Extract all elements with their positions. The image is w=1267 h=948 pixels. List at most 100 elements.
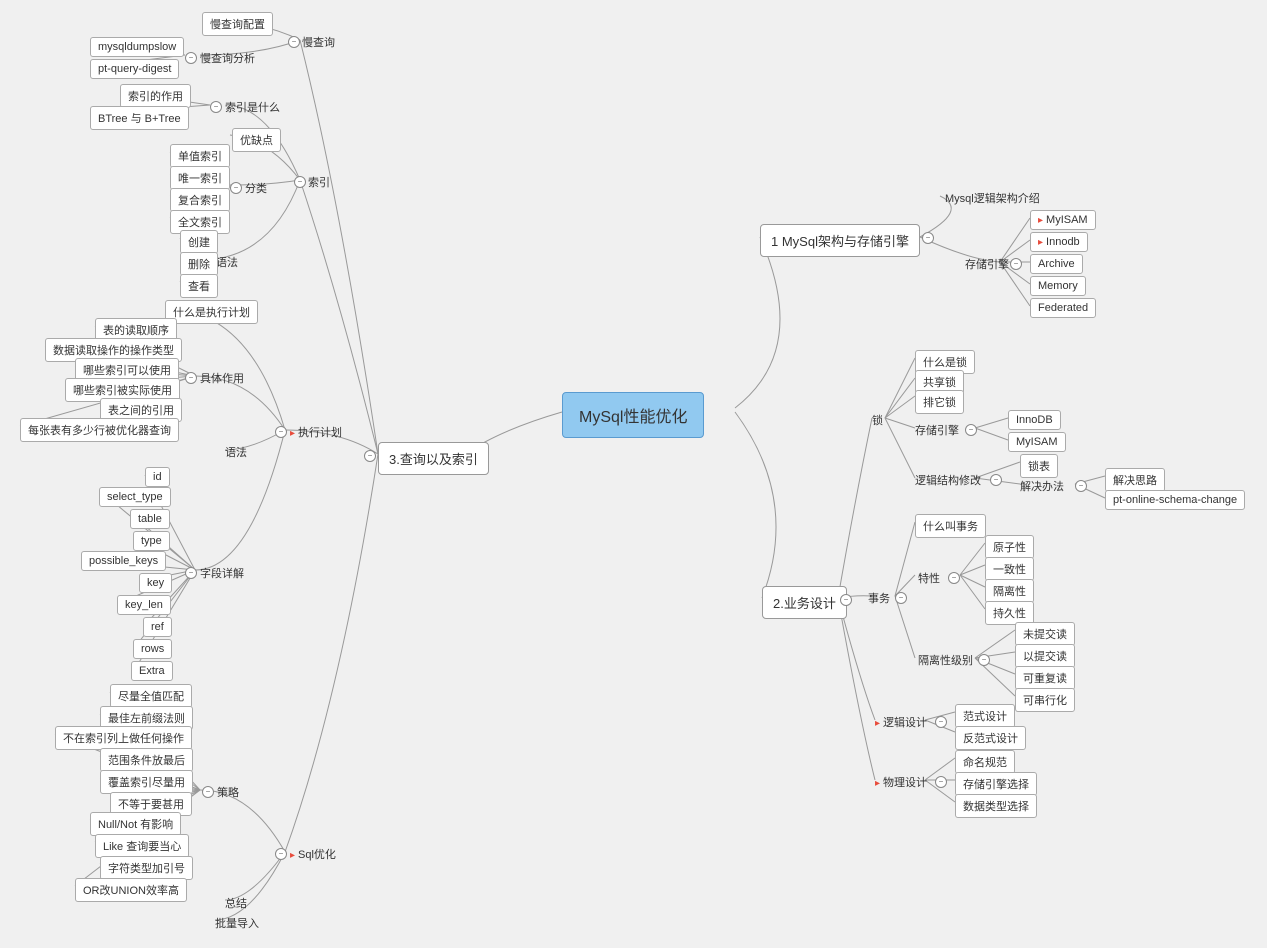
leaf[interactable]: 命名规范 [955, 750, 1015, 774]
toggle-icon[interactable]: − [1075, 480, 1087, 492]
toggle-icon[interactable]: − [185, 52, 197, 64]
leaf[interactable]: 每张表有多少行被优化器查询 [20, 418, 179, 442]
leaf[interactable]: Memory [1030, 276, 1086, 296]
leaf[interactable]: mysqldumpslow [90, 37, 184, 57]
toggle-icon[interactable]: − [840, 594, 852, 606]
node[interactable]: 慢查询 [302, 34, 335, 50]
node[interactable]: 索引 [308, 174, 330, 190]
leaf[interactable]: 未提交读 [1015, 622, 1075, 646]
leaf[interactable]: Extra [131, 661, 173, 681]
leaf[interactable]: pt-online-schema-change [1105, 490, 1245, 510]
toggle-icon[interactable]: − [210, 101, 222, 113]
node[interactable]: 批量导入 [215, 915, 259, 931]
leaf[interactable]: 慢查询配置 [202, 12, 273, 36]
leaf[interactable]: 以提交读 [1015, 644, 1075, 668]
node[interactable]: 具体作用 [200, 370, 244, 386]
toggle-icon[interactable]: − [948, 572, 960, 584]
leaf[interactable]: 复合索引 [170, 188, 230, 212]
leaf[interactable]: 尽量全值匹配 [110, 684, 192, 708]
node[interactable]: 语法 [216, 254, 238, 270]
node[interactable]: 分类 [245, 180, 267, 196]
toggle-icon[interactable]: − [922, 232, 934, 244]
node[interactable]: ▸Sql优化 [290, 846, 336, 862]
leaf[interactable]: type [133, 531, 170, 551]
leaf[interactable]: 优缺点 [232, 128, 281, 152]
node[interactable]: ▸物理设计 [875, 774, 927, 790]
leaf[interactable]: BTree 与 B+Tree [90, 106, 189, 130]
leaf[interactable]: 一致性 [985, 557, 1034, 581]
node[interactable]: 存储引擎 [915, 422, 959, 438]
node[interactable]: 事务 [868, 590, 890, 606]
toggle-icon[interactable]: − [935, 776, 947, 788]
toggle-icon[interactable]: − [364, 450, 376, 462]
leaf[interactable]: 什么叫事务 [915, 514, 986, 538]
leaf[interactable]: 什么是执行计划 [165, 300, 258, 324]
toggle-icon[interactable]: − [978, 654, 990, 666]
toggle-icon[interactable]: − [185, 372, 197, 384]
leaf[interactable]: 不在索引列上做任何操作 [55, 726, 192, 750]
leaf[interactable]: ▸Innodb [1030, 232, 1088, 252]
leaf[interactable]: 覆盖索引尽量用 [100, 770, 193, 794]
toggle-icon[interactable]: − [275, 848, 287, 860]
node[interactable]: ▸逻辑设计 [875, 714, 927, 730]
leaf[interactable]: InnoDB [1008, 410, 1061, 430]
leaf[interactable]: Like 查询要当心 [95, 834, 189, 858]
node[interactable]: 语法 [225, 444, 247, 460]
leaf[interactable]: 反范式设计 [955, 726, 1026, 750]
leaf[interactable]: 锁表 [1020, 454, 1058, 478]
toggle-icon[interactable]: − [895, 592, 907, 604]
leaf[interactable]: Federated [1030, 298, 1096, 318]
toggle-icon[interactable]: − [230, 182, 242, 194]
branch-arch[interactable]: 1 MySql架构与存储引擎 [760, 224, 920, 257]
leaf[interactable]: 查看 [180, 274, 218, 298]
node[interactable]: 存储引擎 [965, 256, 1009, 272]
leaf[interactable]: ▸MyISAM [1030, 210, 1096, 230]
leaf[interactable]: id [145, 467, 170, 487]
leaf[interactable]: 解决思路 [1105, 468, 1165, 492]
leaf[interactable]: 可串行化 [1015, 688, 1075, 712]
toggle-icon[interactable]: − [990, 474, 1002, 486]
node[interactable]: 字段详解 [200, 565, 244, 581]
leaf[interactable]: table [130, 509, 170, 529]
leaf[interactable]: ref [143, 617, 172, 637]
leaf[interactable]: OR改UNION效率高 [75, 878, 187, 902]
leaf[interactable]: 字符类型加引号 [100, 856, 193, 880]
leaf[interactable]: possible_keys [81, 551, 166, 571]
node[interactable]: ▸执行计划 [290, 424, 342, 440]
toggle-icon[interactable]: − [1010, 258, 1022, 270]
toggle-icon[interactable]: − [185, 567, 197, 579]
leaf[interactable]: MyISAM [1008, 432, 1066, 452]
leaf[interactable]: 隔离性 [985, 579, 1034, 603]
leaf[interactable]: 删除 [180, 252, 218, 276]
leaf[interactable]: 存储引擎选择 [955, 772, 1037, 796]
toggle-icon[interactable]: − [935, 716, 947, 728]
leaf[interactable]: 唯一索引 [170, 166, 230, 190]
branch-biz[interactable]: 2.业务设计 [762, 586, 847, 619]
leaf[interactable]: select_type [99, 487, 171, 507]
root-node[interactable]: MySql性能优化 [562, 392, 704, 438]
node[interactable]: 特性 [918, 570, 940, 586]
node[interactable]: 总结 [225, 895, 247, 911]
leaf[interactable]: 数据类型选择 [955, 794, 1037, 818]
leaf[interactable]: key_len [117, 595, 171, 615]
branch-query[interactable]: 3.查询以及索引 [378, 442, 489, 475]
node[interactable]: 索引是什么 [225, 99, 280, 115]
node[interactable]: 解决办法 [1020, 478, 1064, 494]
leaf[interactable]: 范围条件放最后 [100, 748, 193, 772]
node[interactable]: Mysql逻辑架构介绍 [945, 190, 1040, 206]
toggle-icon[interactable]: − [202, 786, 214, 798]
leaf[interactable]: 单值索引 [170, 144, 230, 168]
leaf[interactable]: pt-query-digest [90, 59, 179, 79]
leaf[interactable]: 可重复读 [1015, 666, 1075, 690]
node[interactable]: 隔离性级别 [918, 652, 973, 668]
node[interactable]: 慢查询分析 [200, 50, 255, 66]
leaf[interactable]: 创建 [180, 230, 218, 254]
node[interactable]: 逻辑结构修改 [915, 472, 981, 488]
toggle-icon[interactable]: − [288, 36, 300, 48]
leaf[interactable]: 索引的作用 [120, 84, 191, 108]
leaf[interactable]: 范式设计 [955, 704, 1015, 728]
node[interactable]: 策略 [217, 784, 239, 800]
leaf[interactable]: Null/Not 有影响 [90, 812, 181, 836]
node[interactable]: 锁 [872, 412, 883, 428]
leaf[interactable]: rows [133, 639, 172, 659]
